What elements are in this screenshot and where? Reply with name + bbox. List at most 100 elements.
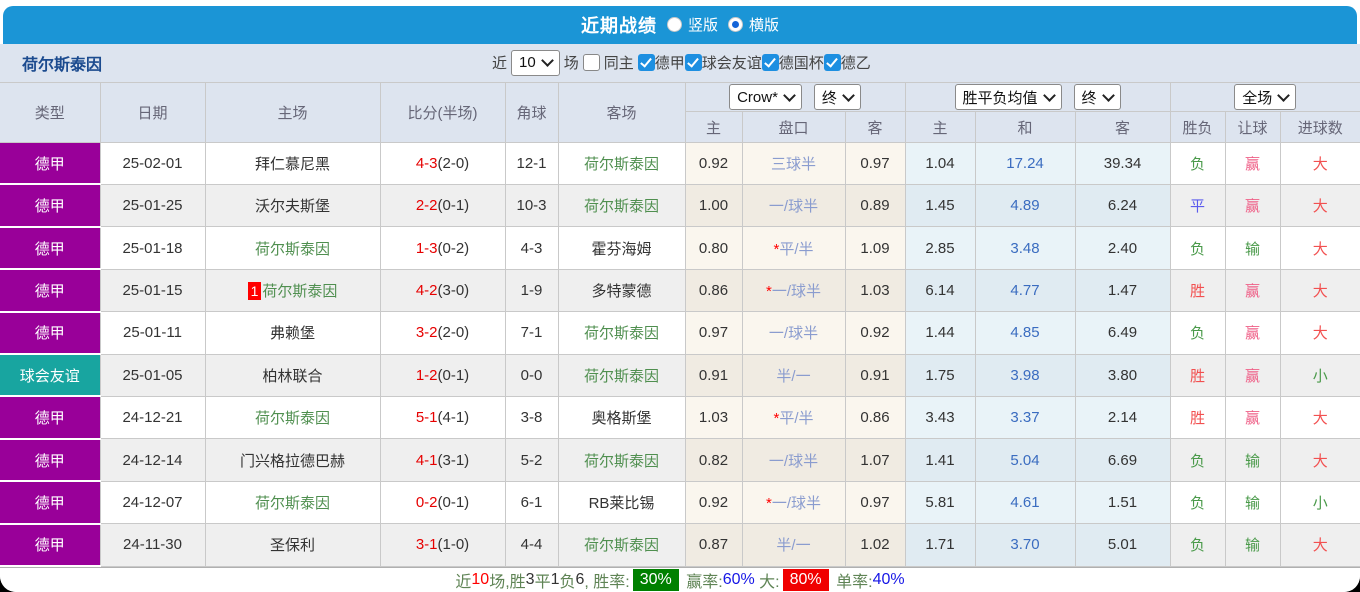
result-handicap-cell: 赢 xyxy=(1224,353,1281,397)
league-filter-德国杯[interactable]: 德国杯 xyxy=(761,52,824,73)
odds-home-cell: 0.82 xyxy=(684,438,743,482)
result-wdl-cell: 胜 xyxy=(1169,353,1226,397)
summary-segment: 近 xyxy=(455,574,472,591)
results-table: 类型 日期 主场 比分(半场) 角球 客场 Crow* 终 胜平负均值 终 全场… xyxy=(0,82,1360,568)
type-cell: 球会友谊 xyxy=(0,353,101,398)
bookmaker-stage-select[interactable]: 终 xyxy=(813,84,861,111)
home-team-cell: 1 荷尔斯泰因 xyxy=(204,268,381,313)
checkbox-icon[interactable] xyxy=(761,54,779,72)
summary-segment: 1 xyxy=(550,571,560,588)
away-team-cell: 荷尔斯泰因 xyxy=(557,183,686,228)
checkbox-icon[interactable] xyxy=(637,54,655,72)
result-handicap-cell: 输 xyxy=(1224,480,1281,525)
score-cell: 4-3(2-0) xyxy=(379,142,506,185)
home-team-cell: 弗赖堡 xyxy=(204,311,381,355)
score-cell: 0-2(0-1) xyxy=(379,480,506,525)
match-row: 德甲 25-01-15 1 荷尔斯泰因 4-2(3-0) 1-9 多特蒙德 0.86 *一/球半… xyxy=(0,268,1360,313)
chevron-down-icon xyxy=(842,88,855,102)
summary-segment: 负 xyxy=(559,574,576,591)
handicap-cell: 一/球半 xyxy=(741,311,846,355)
page-title: 近期战绩 xyxy=(580,15,657,36)
games-label: 场 xyxy=(563,55,579,73)
league-filter-label: 德甲 xyxy=(654,55,685,73)
date-cell: 24-12-21 xyxy=(99,395,206,440)
odds-home-cell: 1.00 xyxy=(684,183,743,228)
summary-footer: 近 10 场,胜 3 平 1 负 6, 胜率: 30% 赢率: 60% 大: 80% 单率: 40% xyxy=(0,567,1360,592)
league-filter-德乙[interactable]: 德乙 xyxy=(823,52,871,73)
summary-segment: 30% xyxy=(632,569,679,591)
layout-radio-vertical[interactable]: 竖版 xyxy=(666,14,718,35)
league-checkboxes: 德甲 球会友谊 德国杯 德乙 xyxy=(637,52,871,73)
summary-segment: 单率: xyxy=(831,574,873,591)
sub-header-goals-result: 进球数 xyxy=(1279,111,1360,144)
odds-away-cell: 1.09 xyxy=(844,226,906,270)
checkbox-icon[interactable] xyxy=(823,54,841,72)
result-wdl-cell: 胜 xyxy=(1169,395,1226,440)
scope-select[interactable]: 全场 xyxy=(1234,84,1297,111)
match-row: 德甲 25-01-18 荷尔斯泰因 1-3(0-2) 4-3 霍芬海姆 0.80 *平/半 1.… xyxy=(0,226,1360,271)
type-cell: 德甲 xyxy=(0,438,101,483)
result-handicap-cell: 赢 xyxy=(1224,183,1281,228)
odds-home-cell: 0.80 xyxy=(684,226,743,270)
same-venue-checkbox[interactable] xyxy=(582,54,600,72)
league-filter-label: 德乙 xyxy=(840,55,871,73)
handicap-cell: 一/球半 xyxy=(741,438,846,482)
chevron-down-icon xyxy=(1042,88,1056,102)
bookmaker-select[interactable]: Crow* xyxy=(729,84,802,111)
checkbox-icon[interactable] xyxy=(684,54,702,72)
handicap-cell: 三球半 xyxy=(741,142,846,185)
avg-odds-select[interactable]: 胜平负均值 xyxy=(954,84,1062,111)
handicap-cell: *平/半 xyxy=(741,226,846,270)
corner-cell: 5-2 xyxy=(504,438,559,482)
match-row: 德甲 25-01-25 沃尔夫斯堡 2-2(0-1) 10-3 荷尔斯泰因 1.00 一/球半… xyxy=(0,183,1360,228)
avg-draw-cell: 4.77 xyxy=(974,268,1076,313)
avg-home-cell: 5.81 xyxy=(904,480,976,525)
layout-radio-horizontal[interactable]: 横版 xyxy=(728,14,779,35)
type-cell: 德甲 xyxy=(0,226,101,271)
bookmaker-group-header: Crow* 终 xyxy=(684,82,906,113)
recent-count-select[interactable]: 10 xyxy=(511,49,560,76)
away-team-cell: 荷尔斯泰因 xyxy=(557,523,686,567)
result-goals-cell: 大 xyxy=(1279,142,1360,185)
avg-away-cell: 39.34 xyxy=(1074,142,1171,185)
corner-cell: 10-3 xyxy=(504,183,559,228)
match-row: 德甲 25-01-11 弗赖堡 3-2(2-0) 7-1 荷尔斯泰因 0.97 一/球半 0.9… xyxy=(0,311,1360,356)
away-team-cell: 荷尔斯泰因 xyxy=(557,353,686,397)
league-filter-球会友谊[interactable]: 球会友谊 xyxy=(684,52,762,73)
avg-away-cell: 5.01 xyxy=(1074,523,1171,567)
league-filter-德甲[interactable]: 德甲 xyxy=(637,52,685,73)
result-goals-cell: 大 xyxy=(1279,183,1360,228)
summary-segment: 6 xyxy=(575,571,585,588)
radio-vertical-icon[interactable] xyxy=(666,17,682,33)
radio-horizontal-icon[interactable] xyxy=(728,17,743,33)
result-goals-cell: 大 xyxy=(1279,395,1360,440)
avg-away-cell: 1.47 xyxy=(1074,268,1171,313)
avg-draw-cell: 4.61 xyxy=(974,480,1076,525)
away-team-cell: 荷尔斯泰因 xyxy=(557,438,686,482)
scope-group-header: 全场 xyxy=(1169,82,1360,113)
result-goals-cell: 大 xyxy=(1279,311,1360,355)
avg-draw-cell: 3.98 xyxy=(974,353,1076,397)
avg-away-cell: 6.24 xyxy=(1074,183,1171,228)
league-filter-label: 球会友谊 xyxy=(701,55,762,73)
corner-cell: 1-9 xyxy=(504,268,559,313)
sub-header-avg-home: 主 xyxy=(904,111,976,144)
chevron-down-icon xyxy=(1101,88,1115,102)
col-header-home: 主场 xyxy=(204,82,381,144)
avg-home-cell: 1.71 xyxy=(904,523,976,567)
odds-home-cell: 0.92 xyxy=(684,142,743,185)
odds-home-cell: 0.97 xyxy=(684,311,743,355)
avg-stage-select[interactable]: 终 xyxy=(1073,84,1121,111)
odds-away-cell: 1.03 xyxy=(844,268,906,313)
away-team-cell: 多特蒙德 xyxy=(557,268,686,313)
result-wdl-cell: 负 xyxy=(1169,523,1226,567)
odds-away-cell: 0.92 xyxy=(844,311,906,355)
odds-away-cell: 1.07 xyxy=(844,438,906,482)
type-cell: 德甲 xyxy=(0,523,101,568)
home-team-cell: 荷尔斯泰因 xyxy=(204,226,381,270)
result-wdl-cell: 胜 xyxy=(1169,268,1226,313)
avg-home-cell: 2.85 xyxy=(904,226,976,270)
avg-home-cell: 1.41 xyxy=(904,438,976,482)
summary-segment: 场,胜 xyxy=(489,574,526,591)
home-team-cell: 门兴格拉德巴赫 xyxy=(204,438,381,482)
